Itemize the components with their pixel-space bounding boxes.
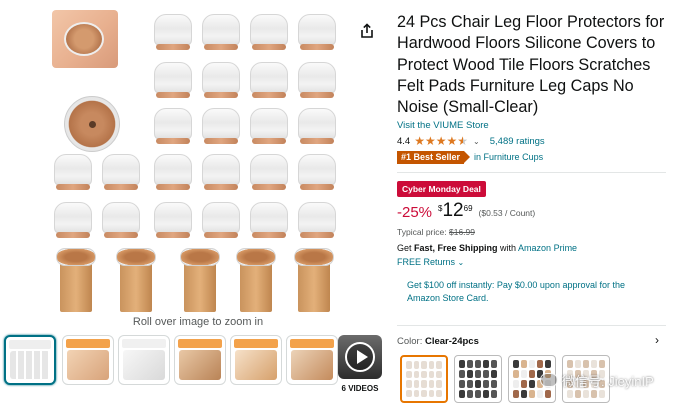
free-returns-link[interactable]: FREE Returns ⌄ <box>397 257 464 267</box>
variant-label: Color: Clear-24pcs <box>397 336 479 347</box>
rating-count-link[interactable]: 5,489 ratings <box>490 136 545 147</box>
silicone-cap <box>296 200 338 240</box>
thumbnail[interactable] <box>174 335 226 385</box>
silicone-cap <box>200 60 242 100</box>
swatch-clear[interactable] <box>400 355 448 403</box>
unit-price: ($0.53 / Count) <box>478 208 536 218</box>
main-product-image[interactable] <box>48 8 348 312</box>
rating-row: 4.4 ★ ★ ★ ★ ★ ⌄ 5,489 ratings <box>397 134 545 148</box>
share-icon[interactable] <box>359 23 375 39</box>
free-returns-label: FREE Returns <box>397 257 456 267</box>
silicone-cap <box>200 106 242 146</box>
silicone-cap <box>248 106 290 146</box>
silicone-cap <box>248 12 290 52</box>
bestseller-row: #1 Best Seller in Furniture Cups <box>397 150 543 164</box>
thumbnail[interactable] <box>4 335 56 385</box>
chair-leg <box>114 248 158 312</box>
shipping-prefix: Get <box>397 243 415 253</box>
silicone-cap <box>152 60 194 100</box>
silicone-cap <box>248 200 290 240</box>
shipping-middle: with <box>497 243 519 253</box>
chair-leg <box>234 248 278 312</box>
price-fraction: 69 <box>463 204 473 213</box>
prime-link[interactable]: Amazon Prime <box>518 243 577 253</box>
silicone-cap <box>296 152 338 192</box>
chair-leg <box>178 248 222 312</box>
bestseller-badge[interactable]: #1 Best Seller <box>397 150 471 164</box>
thumbnail[interactable] <box>118 335 170 385</box>
silicone-cap <box>52 200 94 240</box>
thumbnail[interactable] <box>62 335 114 385</box>
silicone-cap <box>248 152 290 192</box>
silicone-cap <box>200 152 242 192</box>
divider <box>397 172 666 173</box>
half-star-icon: ★ <box>457 134 469 148</box>
zoom-hint: Roll over image to zoom in <box>132 316 264 328</box>
silicone-cap <box>100 200 142 240</box>
video-thumbnail[interactable] <box>338 335 382 379</box>
store-link[interactable]: Visit the VIUME Store <box>397 120 489 131</box>
deal-badge: Cyber Monday Deal <box>397 181 486 197</box>
silicone-cap <box>152 152 194 192</box>
silicone-cap <box>152 106 194 146</box>
silicone-cap <box>152 200 194 240</box>
star-icon: ★ <box>446 134 458 148</box>
bestseller-category-link[interactable]: in Furniture Cups <box>474 152 543 162</box>
price-whole: 12 <box>442 200 464 221</box>
divider <box>397 325 666 326</box>
play-icon <box>345 342 375 372</box>
variant-label-text: Color: <box>397 336 425 347</box>
silicone-cap <box>296 60 338 100</box>
star-rating[interactable]: ★ ★ ★ ★ ★ <box>414 135 468 147</box>
chevron-down-icon: ⌄ <box>457 258 465 267</box>
typical-price-label: Typical price: <box>397 227 447 237</box>
store-card-promo[interactable]: Get $100 off instantly: Pay $0.00 upon a… <box>407 279 657 305</box>
discount-percent: -25% <box>397 204 433 221</box>
chevron-down-icon[interactable]: ⌄ <box>473 137 480 146</box>
swatch-mixed[interactable] <box>508 355 556 403</box>
thumbnail[interactable] <box>230 335 282 385</box>
silicone-cap <box>248 60 290 100</box>
rating-value: 4.4 <box>397 135 411 147</box>
swatch-clear-alt[interactable] <box>562 355 610 403</box>
star-icon: ★ <box>424 134 436 148</box>
chair-leg <box>292 248 336 312</box>
videos-count-label: 6 VIDEOS <box>341 384 379 393</box>
silicone-cap <box>152 12 194 52</box>
typical-price-value: $16.99 <box>448 227 475 237</box>
star-icon: ★ <box>435 134 447 148</box>
typical-price: Typical price: $16.99 <box>397 227 475 237</box>
silicone-cap <box>100 152 142 192</box>
shipping-info: Get Fast, Free Shipping with Amazon Prim… <box>397 243 577 253</box>
star-icon: ★ <box>414 134 425 148</box>
silicone-cap <box>200 200 242 240</box>
silicone-cap <box>296 12 338 52</box>
chevron-right-icon[interactable]: › <box>655 333 659 347</box>
swatch-black[interactable] <box>454 355 502 403</box>
product-title: 24 Pcs Chair Leg Floor Protectors for Ha… <box>397 13 665 117</box>
variant-selected: Clear-24pcs <box>424 336 479 347</box>
silicone-cap <box>296 106 338 146</box>
silicone-cap <box>52 152 94 192</box>
silicone-cap <box>200 12 242 52</box>
shipping-highlight: Fast, Free Shipping <box>414 243 498 253</box>
thumbnail[interactable] <box>286 335 338 385</box>
price-row: -25% $ 12 69 ($0.53 / Count) <box>397 201 535 225</box>
chair-leg <box>54 248 98 312</box>
